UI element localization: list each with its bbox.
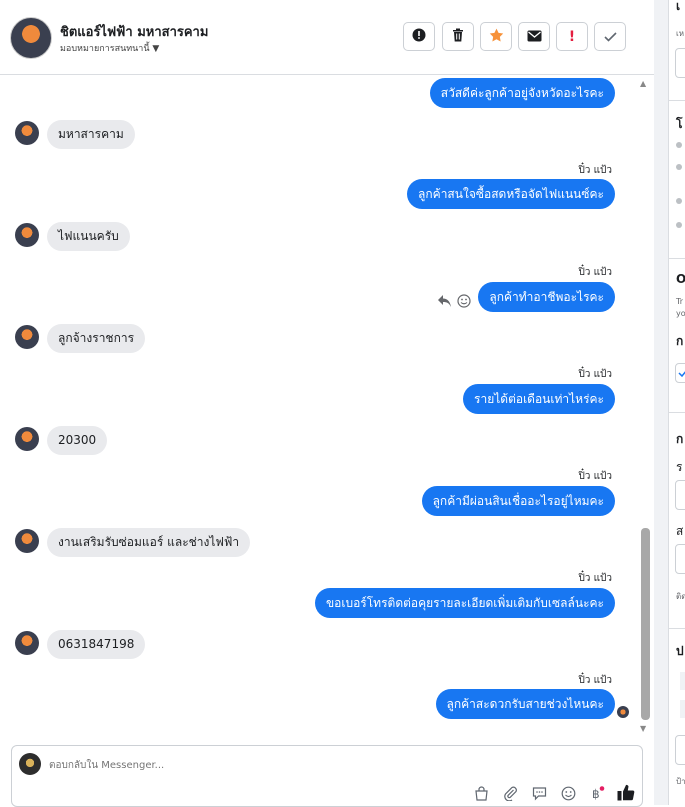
reply-input[interactable] — [49, 757, 469, 773]
sender-name: ปิ๋ว แป้ว — [578, 369, 612, 380]
payment-icon[interactable]: ฿ — [590, 786, 605, 805]
avatar[interactable] — [15, 529, 39, 553]
reply-icon[interactable] — [437, 293, 452, 312]
check-icon — [603, 27, 617, 46]
avatar[interactable] — [15, 223, 39, 247]
reply-box[interactable]: ฿ — [11, 745, 643, 807]
exclamation-icon: ! — [568, 28, 576, 45]
delete-button[interactable] — [442, 22, 474, 51]
panel-small-text: Tr — [676, 297, 683, 306]
panel-section-heading: เ — [676, 0, 681, 13]
assign-conversation-dropdown[interactable]: มอบหมายการสนทนานี้ ▼ — [60, 41, 159, 55]
sender-name: ปิ๋ว แป้ว — [578, 471, 612, 482]
scroll-up-arrow-icon[interactable]: ▲ — [640, 79, 646, 88]
sender-name: ปิ๋ว แป้ว — [578, 573, 612, 584]
panel-section-heading: ก — [676, 334, 684, 348]
seen-avatar — [617, 706, 629, 718]
follow-up-button[interactable]: ! — [556, 22, 588, 51]
message-outgoing[interactable]: ลูกค้าสนใจซื้อสดหรือจัดไฟแนนซ์คะ — [407, 179, 615, 209]
scrollbar-thumb[interactable] — [641, 528, 650, 720]
panel-input[interactable] — [675, 48, 685, 78]
message-incoming[interactable]: มหาสารคาม — [47, 120, 135, 149]
label-checkbox[interactable] — [675, 363, 685, 383]
trash-icon — [452, 27, 464, 46]
message-outgoing[interactable]: ขอเบอร์โทรติดต่อคุยรายละเอียดเพิ่มเติมกั… — [314, 588, 615, 618]
panel-placeholder — [680, 700, 685, 718]
thumbs-up-icon[interactable] — [617, 784, 635, 805]
page-title[interactable]: ชิตแอร์ไฟฟ้า มหาสารคาม — [60, 21, 208, 42]
assign-label: มอบหมายการสนทนานี้ — [60, 44, 150, 54]
mark-spam-button[interactable] — [403, 22, 435, 51]
location-icon — [676, 222, 682, 228]
star-button[interactable] — [480, 22, 512, 51]
scroll-down-arrow-icon[interactable]: ▼ — [640, 724, 646, 733]
sender-name: ปิ๋ว แป้ว — [578, 267, 612, 278]
panel-section-heading: ก — [676, 432, 684, 446]
panel-field-label: ร — [676, 460, 683, 474]
panel-small-text: yo — [676, 309, 685, 318]
svg-text:฿: ฿ — [592, 787, 600, 801]
sender-name: ปิ๋ว แป้ว — [578, 165, 612, 176]
message-outgoing[interactable]: ลูกค้าสะดวกรับสายช่วงไหนคะ — [435, 689, 615, 719]
clock-icon — [676, 142, 682, 148]
panel-small-text: ป้า — [676, 777, 685, 786]
page-avatar — [19, 753, 41, 775]
envelope-icon — [527, 27, 542, 46]
message-incoming[interactable]: 20300 — [47, 426, 108, 455]
message-incoming[interactable]: ลูกจ้างราชการ — [47, 324, 146, 353]
mark-done-button[interactable] — [594, 22, 626, 51]
caret-down-icon: ▼ — [152, 44, 160, 54]
message-outgoing[interactable]: สวัสดีค่ะลูกค้าอยู่จังหวัดอะไรคะ — [429, 78, 615, 108]
education-icon — [676, 198, 682, 204]
react-icon[interactable] — [457, 293, 471, 312]
paperclip-icon[interactable] — [503, 786, 518, 805]
avatar[interactable] — [10, 17, 52, 59]
sender-name: ปิ๋ว แป้ว — [578, 675, 612, 686]
alert-circle-icon — [412, 27, 426, 46]
panel-field-label: ส — [676, 524, 684, 538]
panel-section-heading: โ — [676, 117, 683, 131]
star-icon — [489, 27, 504, 46]
panel-small-text: เห — [676, 29, 685, 38]
divider — [668, 258, 685, 259]
mark-unread-button[interactable] — [518, 22, 550, 51]
panel-input[interactable] — [675, 735, 685, 765]
message-outgoing[interactable]: ลูกค้ามีผ่อนสินเชื่ออะไรอยู่ไหมคะ — [421, 486, 615, 516]
conversation-header: ชิตแอร์ไฟฟ้า มหาสารคาม มอบหมายการสนทนานี… — [0, 0, 654, 75]
shopping-bag-icon[interactable] — [474, 786, 489, 805]
avatar[interactable] — [15, 427, 39, 451]
message-thread: สวัสดีค่ะลูกค้าอยู่จังหวัดอะไรคะ มหาสารค… — [0, 75, 654, 737]
panel-placeholder — [680, 672, 685, 690]
panel-section-heading: ป — [676, 644, 684, 658]
message-incoming[interactable]: 0631847198 — [47, 630, 146, 659]
avatar[interactable] — [15, 325, 39, 349]
panel-small-text: ติด — [676, 592, 685, 601]
divider — [668, 628, 685, 629]
emoji-icon[interactable] — [561, 786, 576, 805]
panel-input[interactable] — [675, 480, 685, 510]
message-incoming[interactable]: งานเสริมรับซ่อมแอร์ และช่างไฟฟ้า — [47, 528, 251, 557]
message-incoming[interactable]: ไฟแนนครับ — [47, 222, 130, 251]
divider — [668, 100, 685, 101]
avatar[interactable] — [15, 121, 39, 145]
panel-input[interactable] — [675, 544, 685, 574]
briefcase-icon — [676, 164, 682, 170]
panel-section-heading: O — [676, 272, 685, 286]
divider — [668, 412, 685, 413]
avatar[interactable] — [15, 631, 39, 655]
message-outgoing[interactable]: รายได้ต่อเดือนเท่าไหร่คะ — [463, 384, 615, 414]
message-outgoing[interactable]: ลูกค้าทำอาชีพอะไรคะ — [478, 282, 615, 312]
saved-replies-icon[interactable] — [532, 786, 547, 805]
